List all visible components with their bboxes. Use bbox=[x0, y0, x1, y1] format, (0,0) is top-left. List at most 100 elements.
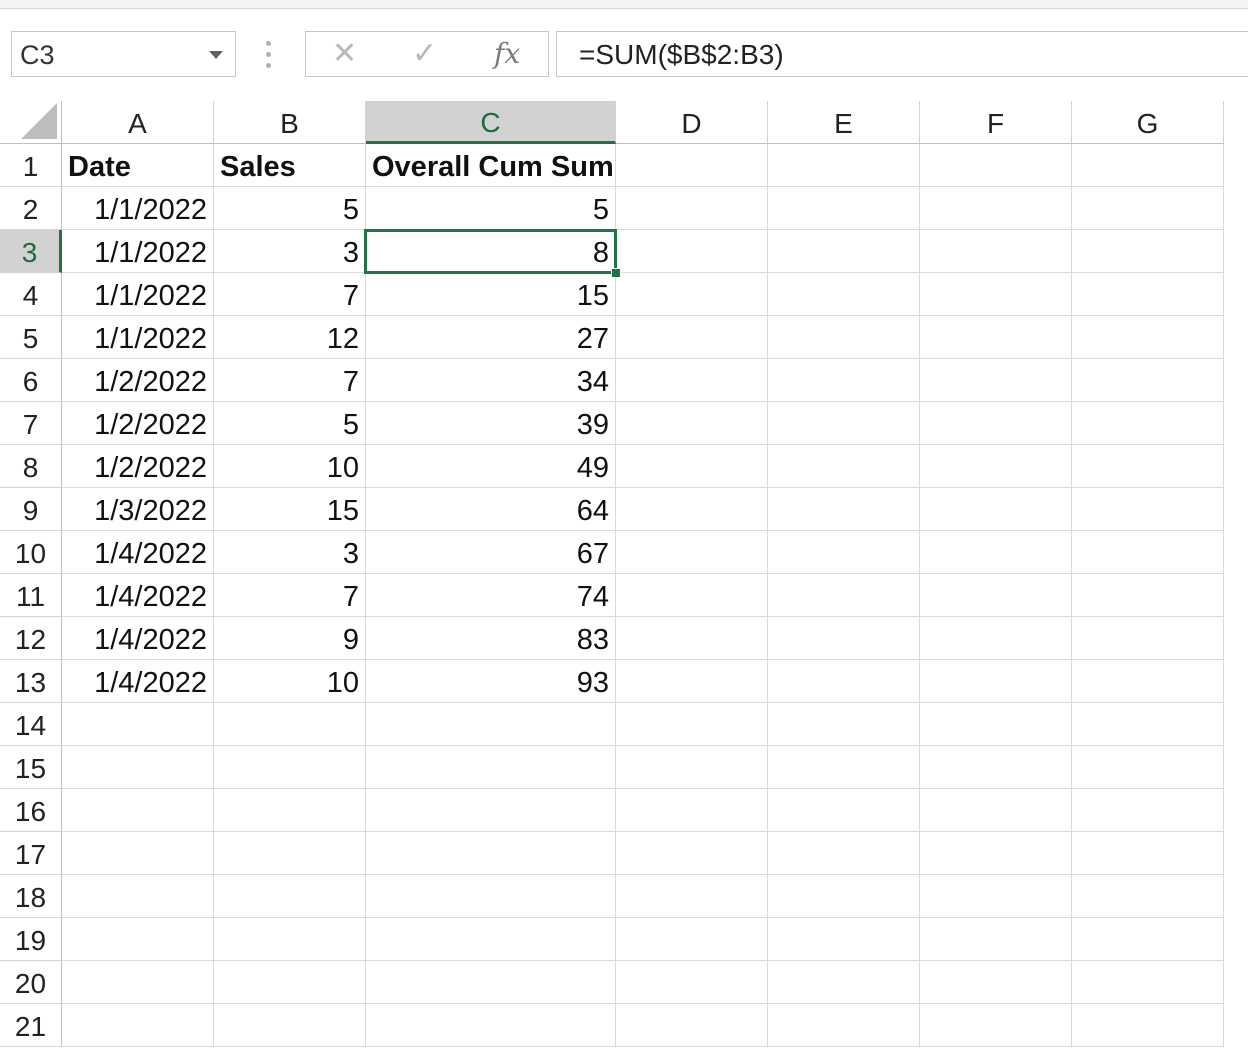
cell-c13[interactable]: 93 bbox=[366, 660, 616, 703]
row-header-12[interactable]: 12 bbox=[0, 617, 62, 660]
cell-b8[interactable]: 10 bbox=[214, 445, 366, 488]
cell-a10[interactable]: 1/4/2022 bbox=[62, 531, 214, 574]
cell-f15[interactable] bbox=[920, 746, 1072, 789]
cell-g2[interactable] bbox=[1072, 187, 1224, 230]
cell-g11[interactable] bbox=[1072, 574, 1224, 617]
row-header-13[interactable]: 13 bbox=[0, 660, 62, 703]
cell-f11[interactable] bbox=[920, 574, 1072, 617]
cell-g1[interactable] bbox=[1072, 144, 1224, 187]
cell-c20[interactable] bbox=[366, 961, 616, 1004]
cell-d11[interactable] bbox=[616, 574, 768, 617]
cell-c15[interactable] bbox=[366, 746, 616, 789]
cell-e5[interactable] bbox=[768, 316, 920, 359]
select-all-button[interactable] bbox=[0, 101, 62, 144]
cell-e11[interactable] bbox=[768, 574, 920, 617]
cell-g8[interactable] bbox=[1072, 445, 1224, 488]
cell-a14[interactable] bbox=[62, 703, 214, 746]
cell-g20[interactable] bbox=[1072, 961, 1224, 1004]
column-header-b[interactable]: B bbox=[214, 101, 366, 144]
column-header-g[interactable]: G bbox=[1072, 101, 1224, 144]
cell-e13[interactable] bbox=[768, 660, 920, 703]
cell-a7[interactable]: 1/2/2022 bbox=[62, 402, 214, 445]
cell-e12[interactable] bbox=[768, 617, 920, 660]
cell-e8[interactable] bbox=[768, 445, 920, 488]
cell-e17[interactable] bbox=[768, 832, 920, 875]
cell-f17[interactable] bbox=[920, 832, 1072, 875]
cell-f3[interactable] bbox=[920, 230, 1072, 273]
cell-f14[interactable] bbox=[920, 703, 1072, 746]
cell-d4[interactable] bbox=[616, 273, 768, 316]
cell-c8[interactable]: 49 bbox=[366, 445, 616, 488]
row-header-18[interactable]: 18 bbox=[0, 875, 62, 918]
cell-c19[interactable] bbox=[366, 918, 616, 961]
cell-a12[interactable]: 1/4/2022 bbox=[62, 617, 214, 660]
row-header-14[interactable]: 14 bbox=[0, 703, 62, 746]
cell-g9[interactable] bbox=[1072, 488, 1224, 531]
cell-e16[interactable] bbox=[768, 789, 920, 832]
cell-e3[interactable] bbox=[768, 230, 920, 273]
cell-b2[interactable]: 5 bbox=[214, 187, 366, 230]
cell-a8[interactable]: 1/2/2022 bbox=[62, 445, 214, 488]
cell-b12[interactable]: 9 bbox=[214, 617, 366, 660]
row-header-11[interactable]: 11 bbox=[0, 574, 62, 617]
cell-g3[interactable] bbox=[1072, 230, 1224, 273]
enter-icon[interactable]: ✓ bbox=[412, 36, 437, 72]
cell-c9[interactable]: 64 bbox=[366, 488, 616, 531]
cell-b19[interactable] bbox=[214, 918, 366, 961]
cell-b5[interactable]: 12 bbox=[214, 316, 366, 359]
cell-c2[interactable]: 5 bbox=[366, 187, 616, 230]
cell-c16[interactable] bbox=[366, 789, 616, 832]
cell-e21[interactable] bbox=[768, 1004, 920, 1047]
cell-a2[interactable]: 1/1/2022 bbox=[62, 187, 214, 230]
cell-d1[interactable] bbox=[616, 144, 768, 187]
row-header-1[interactable]: 1 bbox=[0, 144, 62, 187]
cell-a13[interactable]: 1/4/2022 bbox=[62, 660, 214, 703]
cell-e1[interactable] bbox=[768, 144, 920, 187]
cell-f1[interactable] bbox=[920, 144, 1072, 187]
cell-g7[interactable] bbox=[1072, 402, 1224, 445]
cell-g18[interactable] bbox=[1072, 875, 1224, 918]
cell-a17[interactable] bbox=[62, 832, 214, 875]
cell-b16[interactable] bbox=[214, 789, 366, 832]
cancel-icon[interactable]: ✕ bbox=[332, 36, 357, 72]
cell-f18[interactable] bbox=[920, 875, 1072, 918]
row-header-6[interactable]: 6 bbox=[0, 359, 62, 402]
cell-b6[interactable]: 7 bbox=[214, 359, 366, 402]
cell-f6[interactable] bbox=[920, 359, 1072, 402]
cell-c6[interactable]: 34 bbox=[366, 359, 616, 402]
cell-g14[interactable] bbox=[1072, 703, 1224, 746]
cell-c5[interactable]: 27 bbox=[366, 316, 616, 359]
name-box[interactable]: C3 bbox=[11, 31, 236, 77]
cell-f19[interactable] bbox=[920, 918, 1072, 961]
cell-e15[interactable] bbox=[768, 746, 920, 789]
cell-a21[interactable] bbox=[62, 1004, 214, 1047]
cell-d21[interactable] bbox=[616, 1004, 768, 1047]
row-header-9[interactable]: 9 bbox=[0, 488, 62, 531]
cell-g10[interactable] bbox=[1072, 531, 1224, 574]
column-header-e[interactable]: E bbox=[768, 101, 920, 144]
column-header-d[interactable]: D bbox=[616, 101, 768, 144]
cell-g21[interactable] bbox=[1072, 1004, 1224, 1047]
cell-c14[interactable] bbox=[366, 703, 616, 746]
cell-f16[interactable] bbox=[920, 789, 1072, 832]
cell-c17[interactable] bbox=[366, 832, 616, 875]
cell-b13[interactable]: 10 bbox=[214, 660, 366, 703]
cell-a1[interactable]: Date bbox=[62, 144, 214, 187]
cell-b4[interactable]: 7 bbox=[214, 273, 366, 316]
row-header-15[interactable]: 15 bbox=[0, 746, 62, 789]
cell-d10[interactable] bbox=[616, 531, 768, 574]
cell-f7[interactable] bbox=[920, 402, 1072, 445]
cell-e9[interactable] bbox=[768, 488, 920, 531]
cell-e6[interactable] bbox=[768, 359, 920, 402]
cell-a6[interactable]: 1/2/2022 bbox=[62, 359, 214, 402]
cell-c10[interactable]: 67 bbox=[366, 531, 616, 574]
cell-a5[interactable]: 1/1/2022 bbox=[62, 316, 214, 359]
cell-b10[interactable]: 3 bbox=[214, 531, 366, 574]
cell-c7[interactable]: 39 bbox=[366, 402, 616, 445]
cell-f20[interactable] bbox=[920, 961, 1072, 1004]
row-header-17[interactable]: 17 bbox=[0, 832, 62, 875]
row-header-7[interactable]: 7 bbox=[0, 402, 62, 445]
cell-f4[interactable] bbox=[920, 273, 1072, 316]
row-header-10[interactable]: 10 bbox=[0, 531, 62, 574]
cell-g17[interactable] bbox=[1072, 832, 1224, 875]
